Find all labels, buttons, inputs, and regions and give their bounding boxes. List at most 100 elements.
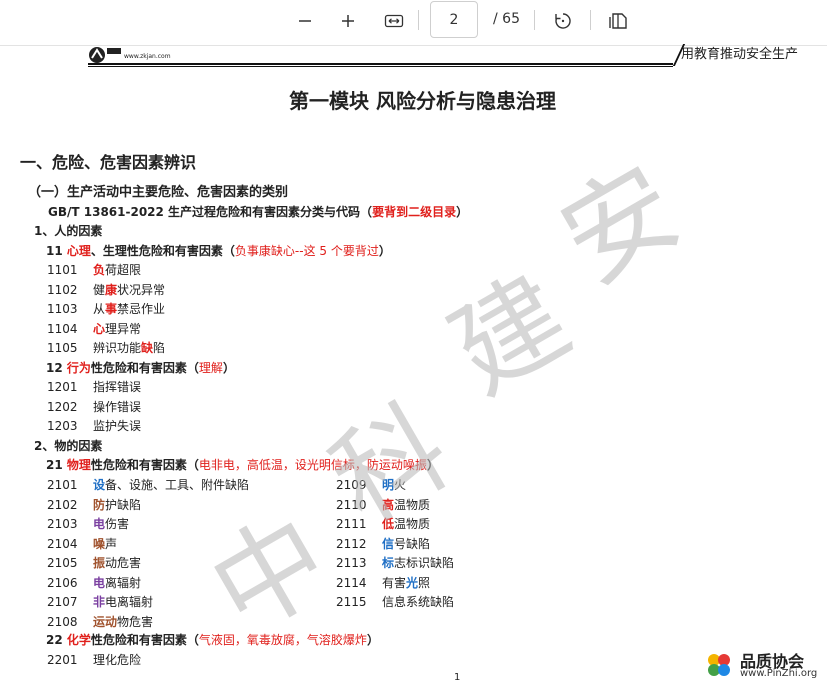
item-text: 信息系统缺陷 (382, 595, 455, 609)
page-footer-number: 1 (454, 672, 461, 683)
group-code: 11 (46, 244, 67, 258)
item-code: 1202 (47, 399, 78, 414)
group-keyword: 心理 (66, 244, 91, 258)
item-keyword: 康 (105, 282, 118, 297)
watermark-char: 安 (540, 141, 700, 308)
item-keyword: 电 (93, 517, 106, 531)
item-text: 理化危险 (93, 653, 142, 667)
list-item: 1201 指挥错误 (47, 379, 141, 395)
item-code: 1103 (47, 302, 78, 317)
list-item: 2101 设备、设施、工具、附件缺陷 (47, 477, 249, 493)
item-text: 陷 (153, 341, 166, 356)
item-text: 志标识缺陷 (394, 556, 455, 570)
item-text: 伤害 (105, 517, 130, 531)
group-12-heading: 12 行为性危险和有害因素（理解） (46, 360, 235, 376)
item-text: 操作错误 (93, 399, 142, 414)
watermark-char: 建 (430, 251, 590, 418)
item-code: 2113 (336, 556, 367, 570)
pinzhi-url: www.PinZhi.org (740, 668, 818, 679)
company-logo-icon (89, 47, 121, 63)
item-code: 2104 (47, 536, 78, 551)
watermark-char: 科 (310, 381, 470, 548)
category-human: 1、人的因素 (34, 224, 103, 238)
group-code: 21 (46, 458, 67, 472)
zoom-in-button[interactable] (334, 8, 362, 34)
rotate-button[interactable] (549, 8, 577, 34)
item-keyword: 负 (93, 263, 106, 277)
item-keyword: 缺 (141, 341, 154, 356)
subsection-heading: （一）生产活动中主要危险、危害因素的类别 (28, 185, 289, 200)
page-view-icon (609, 13, 627, 29)
item-text: 从 (93, 302, 106, 317)
header-rule (88, 63, 673, 65)
group-code: 22 (46, 633, 67, 647)
item-code: 1105 (47, 341, 78, 356)
item-code: 2102 (47, 497, 78, 512)
list-item: 2103 电伤害 (47, 516, 129, 532)
list-item: 1102 健康状况异常 (47, 282, 165, 298)
group-code: 12 (46, 361, 67, 375)
list-item: 2104 噪声 (47, 536, 117, 552)
item-code: 2101 (47, 478, 78, 492)
list-item: 1203 监护失误 (47, 418, 141, 434)
item-code: 2201 (47, 653, 78, 667)
header-rule-thin (88, 66, 673, 67)
page-view-button[interactable] (604, 8, 632, 34)
standard-text: GB/T 13861-2022 生产过程危险和有害因素分类与代码（ (48, 205, 373, 219)
logo-url: www.zkjan.com (124, 53, 171, 60)
item-code: 1201 (47, 380, 78, 394)
header-motto: 用教育推动安全生产 (681, 47, 799, 62)
item-text: 照 (418, 575, 431, 590)
item-text: 有害 (382, 575, 407, 590)
item-text: 动危害 (105, 556, 142, 570)
group-keyword: 行为 (66, 361, 91, 375)
group-text: 性危险和有害因素（ (90, 361, 199, 375)
item-keyword: 设 (93, 478, 106, 492)
item-keyword: 防 (93, 497, 106, 512)
item-code: 1101 (47, 263, 78, 277)
page-total: / 65 (493, 11, 520, 27)
group-text: 、生理性危险和有害因素（ (90, 244, 235, 258)
list-item: 1105 辨识功能缺陷 (47, 340, 165, 356)
item-text: 荷超限 (105, 263, 142, 277)
group-close: ） (222, 361, 235, 375)
item-text: 状况异常 (117, 282, 166, 297)
toolbar-divider (590, 10, 591, 30)
group-mnemonic: 负事康缺心--这 5 个要背过 (234, 244, 379, 258)
zoom-out-button[interactable] (291, 8, 319, 34)
pinzhi-logo-icon (708, 654, 730, 676)
item-keyword: 振 (93, 556, 106, 570)
toolbar-divider (534, 10, 535, 30)
standard-line: GB/T 13861-2022 生产过程危险和有害因素分类与代码（要背到二级目录… (48, 204, 468, 220)
toolbar-divider (418, 10, 419, 30)
item-keyword: 电 (93, 575, 106, 590)
list-item: 2115 信息系统缺陷 (336, 594, 454, 610)
standard-note: 要背到二级目录 (372, 205, 457, 219)
minus-icon (299, 20, 311, 22)
list-item: 1202 操作错误 (47, 399, 141, 415)
document-page: www.zkjan.com 用教育推动安全生产 第一模块 风险分析与隐患治理 一… (0, 44, 827, 687)
item-keyword: 光 (406, 575, 419, 590)
item-text: 备、设施、工具、附件缺陷 (105, 478, 250, 492)
item-code: 1203 (47, 419, 78, 433)
group-11-heading: 11 心理、生理性危险和有害因素（负事康缺心--这 5 个要背过） (46, 243, 391, 259)
list-item: 2102 防护缺陷 (47, 497, 141, 513)
item-keyword: 事 (105, 302, 118, 317)
plus-icon (342, 15, 354, 27)
item-code: 2106 (47, 575, 78, 590)
item-text: 电离辐射 (105, 595, 154, 609)
item-text: 健 (93, 282, 106, 297)
group-close: ） (366, 633, 379, 647)
item-text: 护缺陷 (105, 497, 142, 512)
group-text: 性危险和有害因素（ (90, 633, 199, 647)
item-text: 禁忌作业 (117, 302, 166, 317)
group-text: 性危险和有害因素（ (90, 458, 199, 472)
page-number-input[interactable] (430, 1, 478, 38)
item-text: 离辐射 (105, 575, 142, 590)
item-text: 监护失误 (93, 419, 142, 433)
group-note: 理解 (198, 361, 223, 375)
rotate-icon (555, 13, 571, 29)
list-item: 2106 电离辐射 (47, 575, 141, 591)
fit-width-button[interactable] (380, 8, 408, 34)
list-item: 2107 非电离辐射 (47, 594, 153, 610)
